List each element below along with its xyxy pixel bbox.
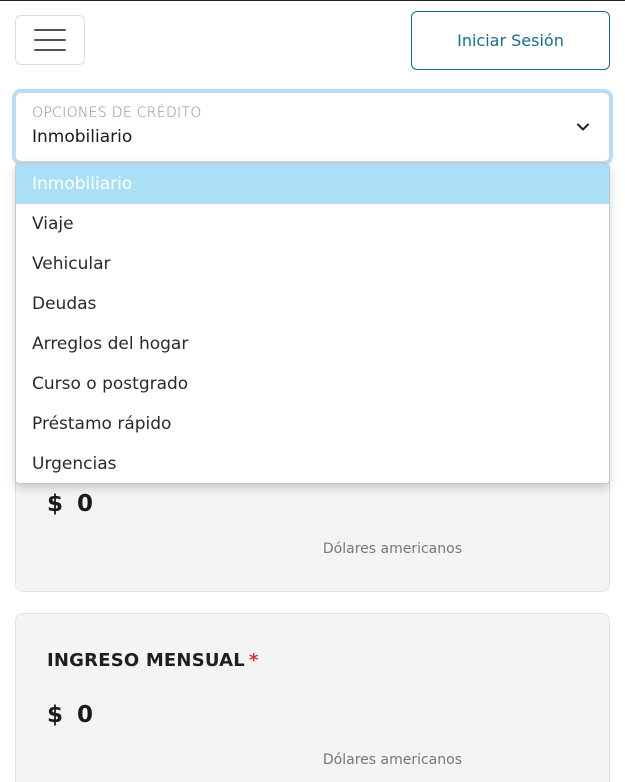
income-amount-display[interactable]: $0 [47,702,93,728]
option-inmobiliario[interactable]: Inmobiliario [16,164,609,204]
login-button[interactable]: Iniciar Sesión [411,11,610,70]
hamburger-icon-line [34,29,66,31]
currency-note: Dólares americanos [322,752,462,768]
currency-note: Dólares americanos [322,541,462,557]
amount-value: 0 [77,491,94,517]
option-viaje[interactable]: Viaje [16,204,609,244]
option-deudas[interactable]: Deudas [16,284,609,324]
monthly-income-title: INGRESO MENSUAL * [47,650,259,671]
currency-symbol: $ [47,491,64,517]
chevron-down-icon[interactable] [575,119,591,135]
amount-display[interactable]: $0 [47,491,93,517]
select-value: Inmobiliario [32,127,133,147]
menu-button[interactable] [15,15,85,65]
hamburger-icon-line [34,49,66,51]
option-urgencias[interactable]: Urgencias [16,444,609,483]
monthly-income-card: INGRESO MENSUAL * $0 Dólares americanos [15,613,610,782]
select-label: OPCIONES DE CRÉDITO [32,105,202,121]
credit-options-select[interactable]: OPCIONES DE CRÉDITO Inmobiliario [15,92,610,162]
option-prestamo-rapido[interactable]: Préstamo rápido [16,404,609,444]
option-curso-o-postgrado[interactable]: Curso o postgrado [16,364,609,404]
currency-symbol: $ [47,702,64,728]
top-border [0,0,625,1]
monthly-income-label: INGRESO MENSUAL [47,650,245,671]
credit-options-dropdown: Inmobiliario Viaje Vehicular Deudas Arre… [15,163,610,484]
income-value: 0 [77,702,94,728]
required-mark: * [248,650,259,671]
option-arreglos-del-hogar[interactable]: Arreglos del hogar [16,324,609,364]
hamburger-icon-line [34,39,66,41]
option-vehicular[interactable]: Vehicular [16,244,609,284]
